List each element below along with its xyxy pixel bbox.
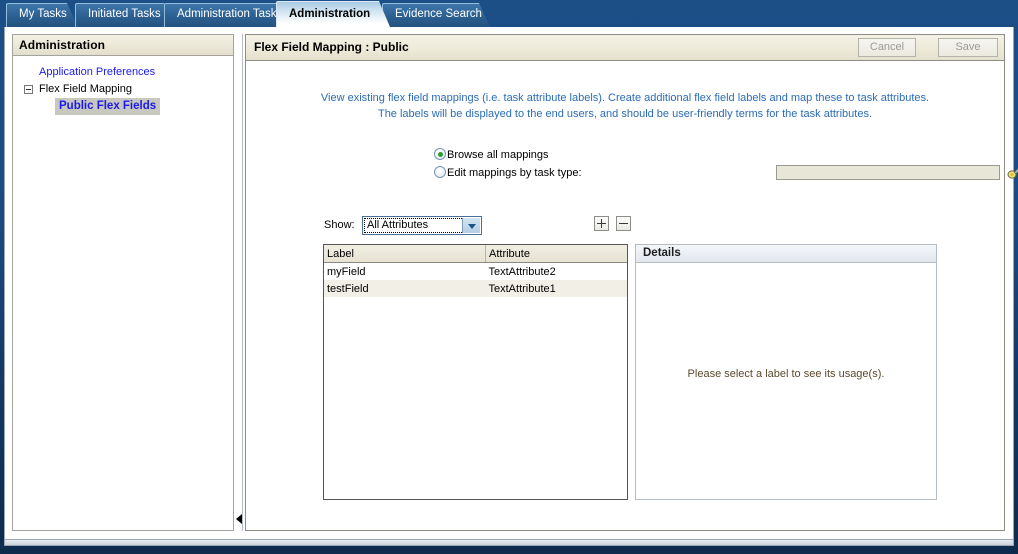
- tab-initiated-tasks[interactable]: Initiated Tasks: [75, 3, 175, 27]
- collapse-left-arrow-icon[interactable]: [236, 514, 242, 524]
- flex-field-mappings-table[interactable]: Label Attribute myField TextAttribute2 t…: [323, 244, 628, 500]
- cell-attribute: TextAttribute2: [486, 263, 628, 281]
- add-mapping-button[interactable]: [594, 216, 609, 231]
- chevron-down-glyph: [468, 224, 476, 229]
- tab-label: Evidence Search: [395, 8, 482, 20]
- main-content-panel: Flex Field Mapping : Public Cancel Save …: [245, 34, 1005, 531]
- tab-label: My Tasks: [19, 8, 67, 20]
- table-header-row: Label Attribute: [324, 245, 627, 263]
- table-header: Label Attribute: [324, 245, 627, 263]
- tab-evidence-search[interactable]: Evidence Search: [382, 3, 490, 27]
- cell-label: myField: [324, 263, 486, 281]
- page-title: Flex Field Mapping : Public: [254, 40, 409, 54]
- tab-label: Initiated Tasks: [88, 8, 161, 20]
- table-row[interactable]: myField TextAttribute2: [324, 263, 627, 281]
- tab-label: Administration: [289, 8, 370, 20]
- show-attributes-select[interactable]: All Attributes: [362, 216, 482, 235]
- radio-edit-mappings-by-task-type[interactable]: Edit mappings by task type:: [434, 164, 582, 182]
- sidebar-item-label: Application Preferences: [13, 66, 155, 78]
- instruction-text: View existing flex field mappings (i.e. …: [246, 90, 1004, 122]
- mappings-table: Label Attribute myField TextAttribute2 t…: [324, 245, 627, 297]
- application-window: My Tasks Initiated Tasks Administration …: [0, 0, 1018, 554]
- sidebar-item-flex-field-mapping[interactable]: Flex Field Mapping: [13, 81, 233, 98]
- client-area: Administration Application Preferences F…: [4, 27, 1014, 540]
- radio-label: Edit mappings by task type:: [447, 167, 582, 179]
- sidebar-item-public-flex-fields[interactable]: Public Flex Fields: [13, 98, 233, 115]
- select-value: All Attributes: [367, 219, 428, 231]
- tab-label: Administration Tasks: [177, 8, 282, 20]
- cell-label: testField: [324, 280, 486, 297]
- main-panel-header: Flex Field Mapping : Public Cancel Save: [246, 35, 1004, 61]
- minus-icon: [619, 223, 628, 224]
- column-header-label[interactable]: Label: [324, 245, 486, 263]
- details-empty-message: Please select a label to see its usage(s…: [636, 368, 936, 380]
- chevron-down-icon[interactable]: [462, 218, 480, 233]
- mapping-mode-radio-group: Browse all mappings Edit mappings by tas…: [434, 146, 582, 182]
- cell-attribute: TextAttribute1: [486, 280, 628, 297]
- details-panel-title: Details: [636, 245, 936, 263]
- details-panel: Details Please select a label to see its…: [635, 244, 937, 500]
- flashlight-icon[interactable]: [1007, 164, 1018, 180]
- task-type-input[interactable]: [776, 165, 1000, 180]
- tab-administration[interactable]: Administration: [276, 1, 390, 27]
- splitter-divider-line: [242, 34, 243, 531]
- sidebar-item-label: Public Flex Fields: [55, 98, 160, 115]
- radio-button-icon[interactable]: [434, 166, 446, 178]
- panel-splitter[interactable]: [235, 34, 244, 531]
- radio-browse-all-mappings[interactable]: Browse all mappings: [434, 146, 582, 164]
- save-button[interactable]: Save: [938, 38, 998, 57]
- column-header-attribute[interactable]: Attribute: [486, 245, 628, 263]
- sidebar-item-application-preferences[interactable]: Application Preferences: [13, 64, 233, 81]
- instruction-line-1: View existing flex field mappings (i.e. …: [246, 90, 1004, 106]
- table-row[interactable]: testField TextAttribute1: [324, 280, 627, 297]
- radio-label: Browse all mappings: [447, 149, 549, 161]
- plus-icon-vertical: [601, 219, 602, 228]
- client-inner: Administration Application Preferences F…: [8, 30, 1009, 534]
- window-bottom-strip: [4, 540, 1014, 546]
- show-label: Show:: [324, 219, 355, 231]
- radio-button-icon[interactable]: [434, 148, 446, 160]
- remove-mapping-button[interactable]: [616, 216, 631, 231]
- navigation-tree: Application Preferences Flex Field Mappi…: [13, 56, 233, 115]
- main-tab-bar: My Tasks Initiated Tasks Administration …: [0, 0, 1018, 27]
- instruction-line-2: The labels will be displayed to the end …: [246, 106, 1004, 122]
- minus-box-expander-icon[interactable]: [24, 85, 33, 94]
- tab-my-tasks[interactable]: My Tasks: [6, 3, 78, 27]
- table-body: myField TextAttribute2 testField TextAtt…: [324, 263, 627, 298]
- navigation-panel: Administration Application Preferences F…: [12, 34, 234, 531]
- cancel-button[interactable]: Cancel: [858, 38, 916, 57]
- navigation-panel-title: Administration: [13, 35, 233, 56]
